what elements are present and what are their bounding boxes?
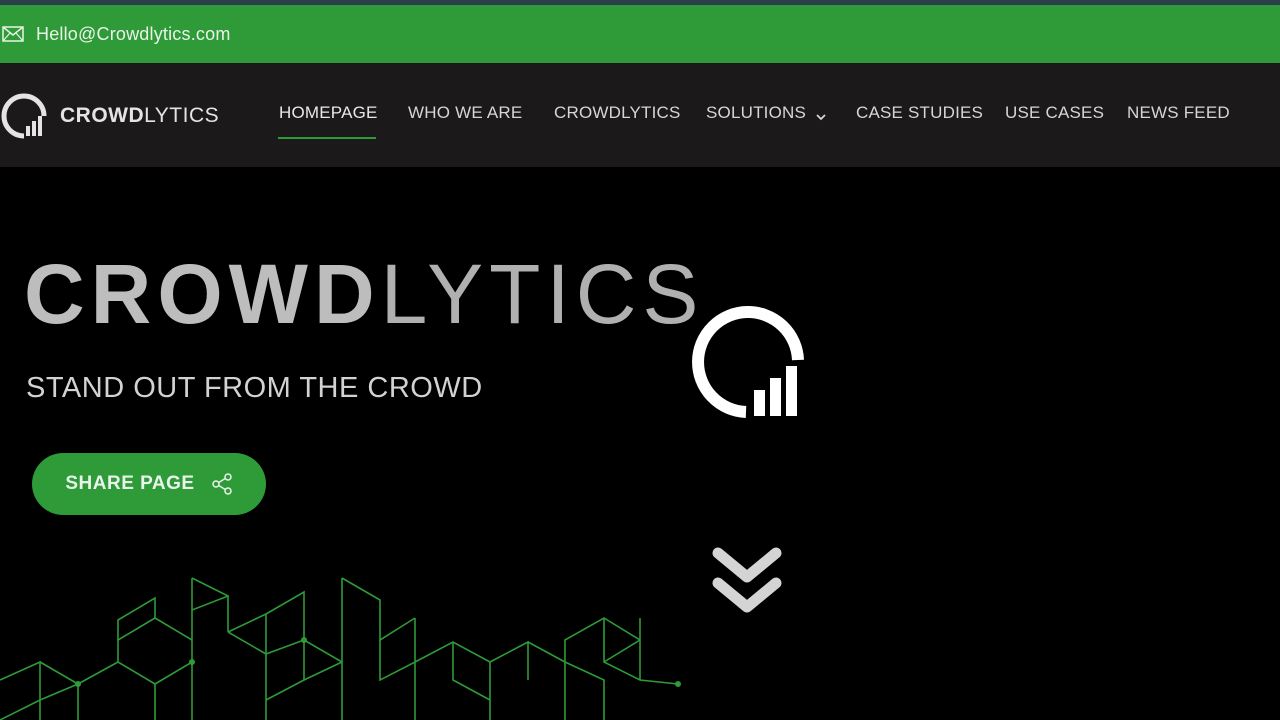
share-page-button[interactable]: SHARE PAGE (32, 453, 266, 515)
hero-title-bold: CROWD (24, 247, 381, 341)
main-navbar: CROWDLYTICS HOMEPAGE WHO WE ARE CROWDLYT… (0, 63, 1280, 167)
decorative-grid-pattern (0, 577, 681, 720)
nav-item-case-studies[interactable]: CASE STUDIES (856, 103, 983, 123)
contact-bar: Hello@Crowdlytics.com (0, 5, 1280, 63)
hero-title: CROWDLYTICS (24, 244, 704, 344)
nav-item-solutions[interactable]: SOLUTIONS (706, 103, 826, 123)
share-icon (211, 473, 233, 495)
nav-item-who-we-are[interactable]: WHO WE ARE (408, 103, 522, 123)
active-nav-indicator (278, 137, 376, 139)
nav-item-crowdlytics[interactable]: CROWDLYTICS (554, 103, 681, 123)
nav-item-use-cases[interactable]: USE CASES (1005, 103, 1104, 123)
loading-logo-icon (688, 300, 808, 420)
nav-links: HOMEPAGE WHO WE ARE CROWDLYTICS SOLUTION… (0, 63, 1280, 167)
share-page-label: SHARE PAGE (65, 473, 195, 494)
contact-email-link[interactable]: Hello@Crowdlytics.com (36, 24, 231, 45)
hero-subtitle: STAND OUT FROM THE CROWD (26, 372, 483, 404)
mail-icon (2, 26, 24, 42)
hero-title-light: LYTICS (380, 247, 705, 341)
nav-item-news-feed[interactable]: NEWS FEED (1127, 103, 1230, 123)
nav-item-homepage[interactable]: HOMEPAGE (279, 103, 378, 123)
nav-item-solutions-label: SOLUTIONS (706, 103, 807, 122)
scroll-down-icon[interactable] (710, 545, 784, 617)
chevron-down-icon (816, 107, 826, 120)
